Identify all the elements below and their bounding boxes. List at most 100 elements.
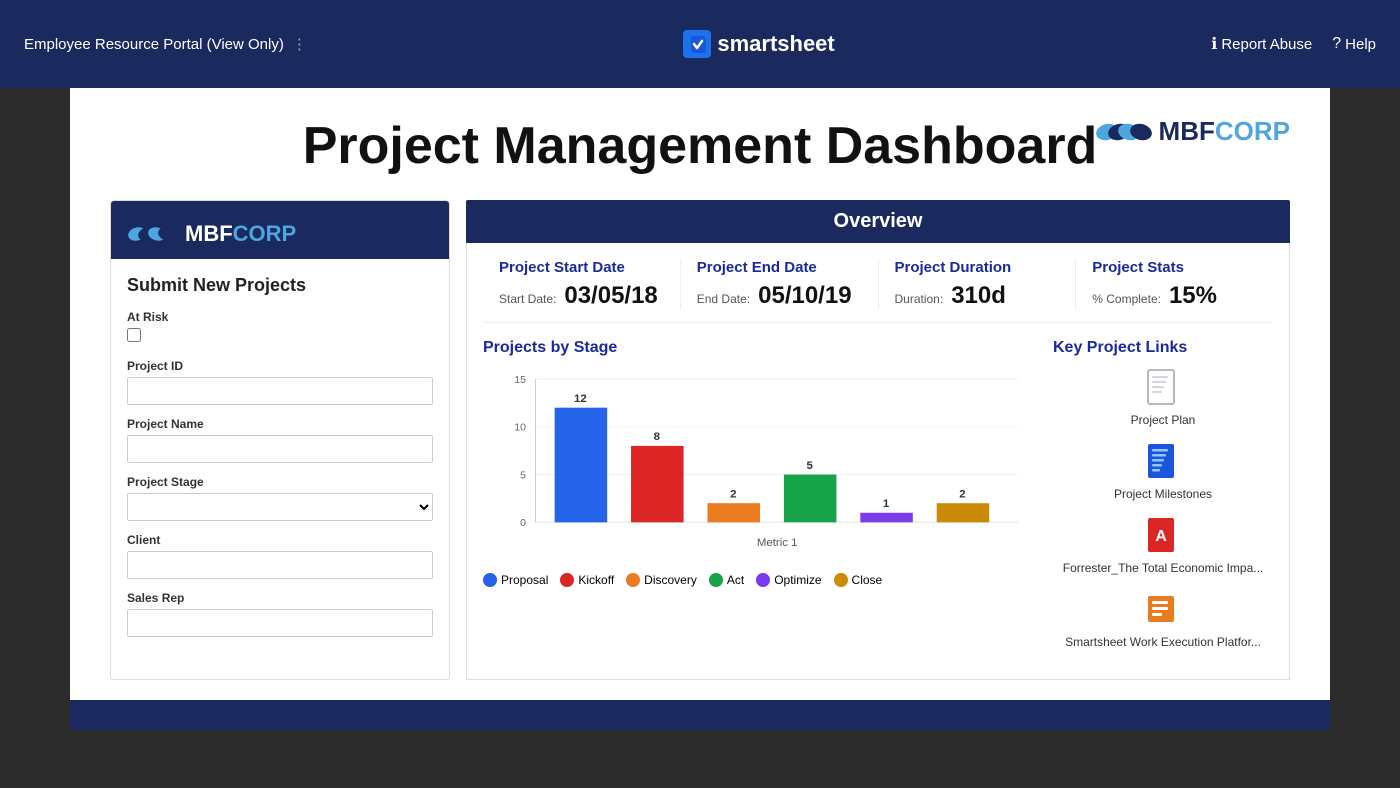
svg-text:2: 2: [959, 488, 965, 500]
help-icon: ?: [1332, 35, 1341, 53]
mbf-text-top: MBFCORP: [1159, 116, 1290, 147]
stat-value-duration-val: 310d: [951, 282, 1006, 310]
stat-value-stats: % Complete: 15%: [1092, 282, 1257, 310]
sales-rep-input[interactable]: [127, 609, 433, 637]
stat-title-start: Project Start Date: [499, 259, 664, 276]
link-project-plan[interactable]: Project Plan: [1053, 367, 1273, 427]
svg-text:10: 10: [514, 422, 526, 434]
svg-text:1: 1: [883, 498, 890, 510]
help-link[interactable]: ? Help: [1332, 35, 1376, 53]
project-id-label: Project ID: [127, 359, 433, 373]
smartsheet-work-icon: [1144, 589, 1182, 631]
link-smartsheet-work[interactable]: Smartsheet Work Execution Platfor...: [1053, 589, 1273, 649]
stat-col-duration: Project Duration Duration: 310d: [879, 259, 1077, 310]
svg-text:0: 0: [520, 517, 526, 529]
client-group: Client: [127, 533, 433, 579]
project-stage-select[interactable]: Proposal Kickoff Discovery Act Optimize …: [127, 493, 433, 521]
legend-dot-kickoff: [560, 573, 574, 587]
left-panel-header: MBFCORP: [111, 201, 449, 259]
project-stage-label: Project Stage: [127, 475, 433, 489]
stat-col-stats: Project Stats % Complete: 15%: [1076, 259, 1273, 310]
svg-text:5: 5: [806, 460, 813, 472]
smartsheet-work-label: Smartsheet Work Execution Platfor...: [1065, 635, 1261, 649]
at-risk-checkbox[interactable]: [127, 328, 141, 342]
form-area: Submit New Projects At Risk Project ID P…: [111, 259, 449, 665]
stat-value-start-val: 03/05/18: [564, 282, 657, 310]
topbar-actions: ℹ Report Abuse ? Help: [1211, 34, 1376, 54]
forrester-icon: A: [1144, 515, 1182, 557]
bar-proposal: [555, 408, 608, 523]
at-risk-label: At Risk: [127, 310, 433, 324]
report-abuse-link[interactable]: ℹ Report Abuse: [1211, 34, 1312, 54]
project-milestones-label: Project Milestones: [1114, 487, 1212, 501]
right-panel: Overview Project Start Date Start Date: …: [466, 200, 1290, 680]
project-plan-label: Project Plan: [1131, 413, 1196, 427]
mbf-wings-top: [1095, 118, 1153, 146]
stat-title-duration: Project Duration: [895, 259, 1060, 276]
project-plan-icon: [1144, 367, 1182, 409]
stats-row: Project Start Date Start Date: 03/05/18 …: [483, 259, 1273, 323]
client-input[interactable]: [127, 551, 433, 579]
stat-value-stats-val: 15%: [1169, 282, 1217, 310]
mbf-header-logo-text: MBFCORP: [185, 221, 296, 247]
legend-optimize: Optimize: [756, 573, 821, 587]
stat-title-end: Project End Date: [697, 259, 862, 276]
chart-svg: 0 5 10 15: [483, 365, 1037, 565]
svg-text:8: 8: [654, 431, 661, 443]
legend-discovery: Discovery: [626, 573, 697, 587]
stat-value-end-val: 05/10/19: [758, 282, 851, 310]
project-id-input[interactable]: [127, 377, 433, 405]
sales-rep-group: Sales Rep: [127, 591, 433, 637]
forrester-label: Forrester_The Total Economic Impa...: [1063, 561, 1264, 575]
chart-area: Projects by Stage: [483, 339, 1037, 663]
report-abuse-label: Report Abuse: [1221, 36, 1312, 53]
svg-text:5: 5: [520, 469, 526, 481]
legend-dot-act: [709, 573, 723, 587]
chart-title: Projects by Stage: [483, 339, 1037, 357]
page-title-area: Project Management Dashboard MBFCORP: [110, 116, 1290, 176]
form-title: Submit New Projects: [127, 275, 433, 296]
legend-dot-proposal: [483, 573, 497, 587]
project-name-group: Project Name: [127, 417, 433, 463]
stat-value-start: Start Date: 03/05/18: [499, 282, 664, 310]
smartsheet-text: smartsheet: [717, 31, 834, 57]
chart-links-row: Projects by Stage: [483, 339, 1273, 663]
stat-value-end: End Date: 05/10/19: [697, 282, 862, 310]
overview-content: Project Start Date Start Date: 03/05/18 …: [466, 243, 1290, 680]
legend-kickoff: Kickoff: [560, 573, 614, 587]
smartsheet-checkmark: [683, 30, 711, 58]
svg-text:A: A: [1155, 528, 1167, 545]
svg-text:15: 15: [514, 374, 526, 386]
project-stage-group: Project Stage Proposal Kickoff Discovery…: [127, 475, 433, 521]
chart-container: 0 5 10 15: [483, 365, 1037, 565]
svg-text:2: 2: [730, 488, 736, 500]
overview-header: Overview: [466, 200, 1290, 243]
project-milestones-icon: [1144, 441, 1182, 483]
mbfcorp-logo-top: MBFCORP: [1095, 116, 1290, 147]
legend-proposal: Proposal: [483, 573, 548, 587]
link-forrester[interactable]: A Forrester_The Total Economic Impa...: [1053, 515, 1273, 575]
client-label: Client: [127, 533, 433, 547]
at-risk-group: At Risk: [127, 310, 433, 347]
dashboard-body: MBFCORP Submit New Projects At Risk Proj…: [110, 200, 1290, 680]
link-project-milestones[interactable]: Project Milestones: [1053, 441, 1273, 501]
project-name-input[interactable]: [127, 435, 433, 463]
stat-value-duration: Duration: 310d: [895, 282, 1060, 310]
topbar: Employee Resource Portal (View Only) ⋮ s…: [0, 0, 1400, 88]
stat-label-stats: % Complete:: [1092, 292, 1161, 306]
portal-name: Employee Resource Portal (View Only): [24, 36, 284, 53]
project-id-group: Project ID: [127, 359, 433, 405]
svg-text:12: 12: [574, 393, 587, 405]
legend-label-discovery: Discovery: [644, 573, 697, 587]
bar-close: [937, 503, 990, 522]
links-area: Key Project Links: [1053, 339, 1273, 663]
bar-kickoff: [631, 446, 684, 522]
topbar-dots[interactable]: ⋮: [292, 35, 307, 53]
left-panel: MBFCORP Submit New Projects At Risk Proj…: [110, 200, 450, 680]
legend-dot-close: [834, 573, 848, 587]
stat-title-stats: Project Stats: [1092, 259, 1257, 276]
legend-act: Act: [709, 573, 744, 587]
legend-label-close: Close: [852, 573, 883, 587]
bar-act: [784, 475, 837, 523]
legend-label-proposal: Proposal: [501, 573, 548, 587]
